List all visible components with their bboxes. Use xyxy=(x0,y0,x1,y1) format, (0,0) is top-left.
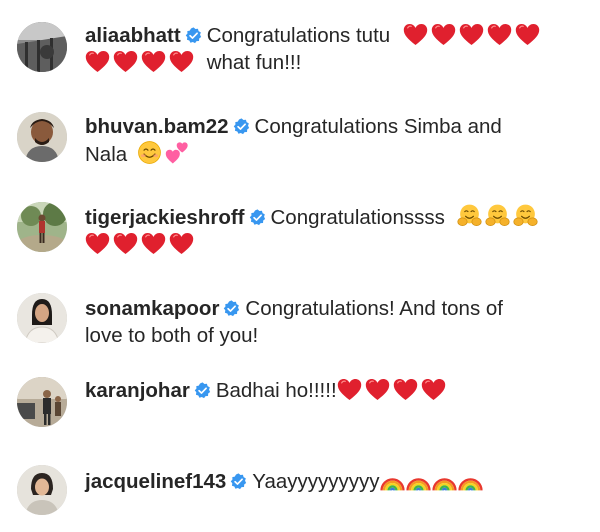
smile-icon xyxy=(137,140,162,165)
hug-icon xyxy=(457,203,482,228)
heart-icon xyxy=(85,232,110,255)
avatar[interactable] xyxy=(17,112,67,162)
username-link[interactable]: jacquelinef143 xyxy=(85,470,226,493)
heart-icon xyxy=(515,23,540,46)
comment-body-cont: love to both of you! xyxy=(85,324,259,347)
comment-text: karanjohar Badhai ho!!!!! xyxy=(85,377,586,404)
comment-body: Congratulations! And tons of xyxy=(245,297,503,320)
comment-body-cont: Nala xyxy=(85,143,128,166)
heart-icon xyxy=(141,50,166,73)
hug-icon xyxy=(513,203,538,228)
heart-icon xyxy=(459,23,484,46)
avatar[interactable] xyxy=(17,377,67,427)
avatar[interactable] xyxy=(17,293,67,343)
rainbow-icon xyxy=(432,470,457,492)
comment-item: aliaabhatt Congratulations tutu what fun!… xyxy=(0,0,600,100)
two-hearts-icon xyxy=(165,140,190,165)
comment-text: jacquelinef143 Yaayyyyyyyyy xyxy=(85,468,586,495)
heart-icon xyxy=(337,378,362,401)
comment-item: tigerjackieshroff Congratulationssss xyxy=(0,190,600,282)
verified-badge-icon xyxy=(249,209,266,226)
heart-icon xyxy=(365,378,390,401)
avatar[interactable] xyxy=(17,202,67,252)
rainbow-icon xyxy=(406,470,431,492)
comment-item: sonamkapoor Congratulations! And tons of … xyxy=(0,282,600,368)
rainbow-icon xyxy=(458,470,483,492)
heart-icon xyxy=(169,50,194,73)
verified-badge-icon xyxy=(223,300,240,317)
comment-body: Congratulations Simba and xyxy=(254,115,502,138)
comment-body-cont: what fun!!! xyxy=(206,51,302,74)
username-link[interactable]: aliaabhatt xyxy=(85,24,181,47)
heart-icon xyxy=(85,50,110,73)
username-link[interactable]: karanjohar xyxy=(85,379,190,402)
heart-icon xyxy=(421,378,446,401)
heart-icon xyxy=(113,50,138,73)
comment-body: Yaayyyyyyyyy xyxy=(252,470,380,493)
username-link[interactable]: sonamkapoor xyxy=(85,297,219,320)
avatar[interactable] xyxy=(17,465,67,515)
heart-icon xyxy=(169,232,194,255)
comment-text: bhuvan.bam22 Congratulations Simba and Na… xyxy=(85,113,586,168)
heart-icon xyxy=(431,23,456,46)
username-link[interactable]: tigerjackieshroff xyxy=(85,206,245,229)
heart-icon xyxy=(487,23,512,46)
comment-text: sonamkapoor Congratulations! And tons of … xyxy=(85,295,586,349)
username-link[interactable]: bhuvan.bam22 xyxy=(85,115,229,138)
rainbow-icon xyxy=(380,470,405,492)
heart-icon xyxy=(113,232,138,255)
verified-badge-icon xyxy=(194,382,211,399)
comment-item: jacquelinef143 Yaayyyyyyyyy xyxy=(0,456,600,532)
verified-badge-icon xyxy=(230,473,247,490)
comment-body: Congratulationssss xyxy=(270,206,445,229)
comment-body: Badhai ho!!!!! xyxy=(215,379,337,402)
hug-icon xyxy=(485,203,510,228)
heart-icon xyxy=(141,232,166,255)
heart-icon xyxy=(403,23,428,46)
heart-icon xyxy=(393,378,418,401)
verified-badge-icon xyxy=(185,27,202,44)
verified-badge-icon xyxy=(233,118,250,135)
avatar[interactable] xyxy=(17,22,67,72)
comment-item: karanjohar Badhai ho!!!!! xyxy=(0,368,600,456)
comment-text: aliaabhatt Congratulations tutu what fun!… xyxy=(85,22,586,76)
comment-body: Congratulations tutu xyxy=(206,24,391,47)
comment-text: tigerjackieshroff Congratulationssss xyxy=(85,203,586,258)
comment-item: bhuvan.bam22 Congratulations Simba and Na… xyxy=(0,100,600,190)
